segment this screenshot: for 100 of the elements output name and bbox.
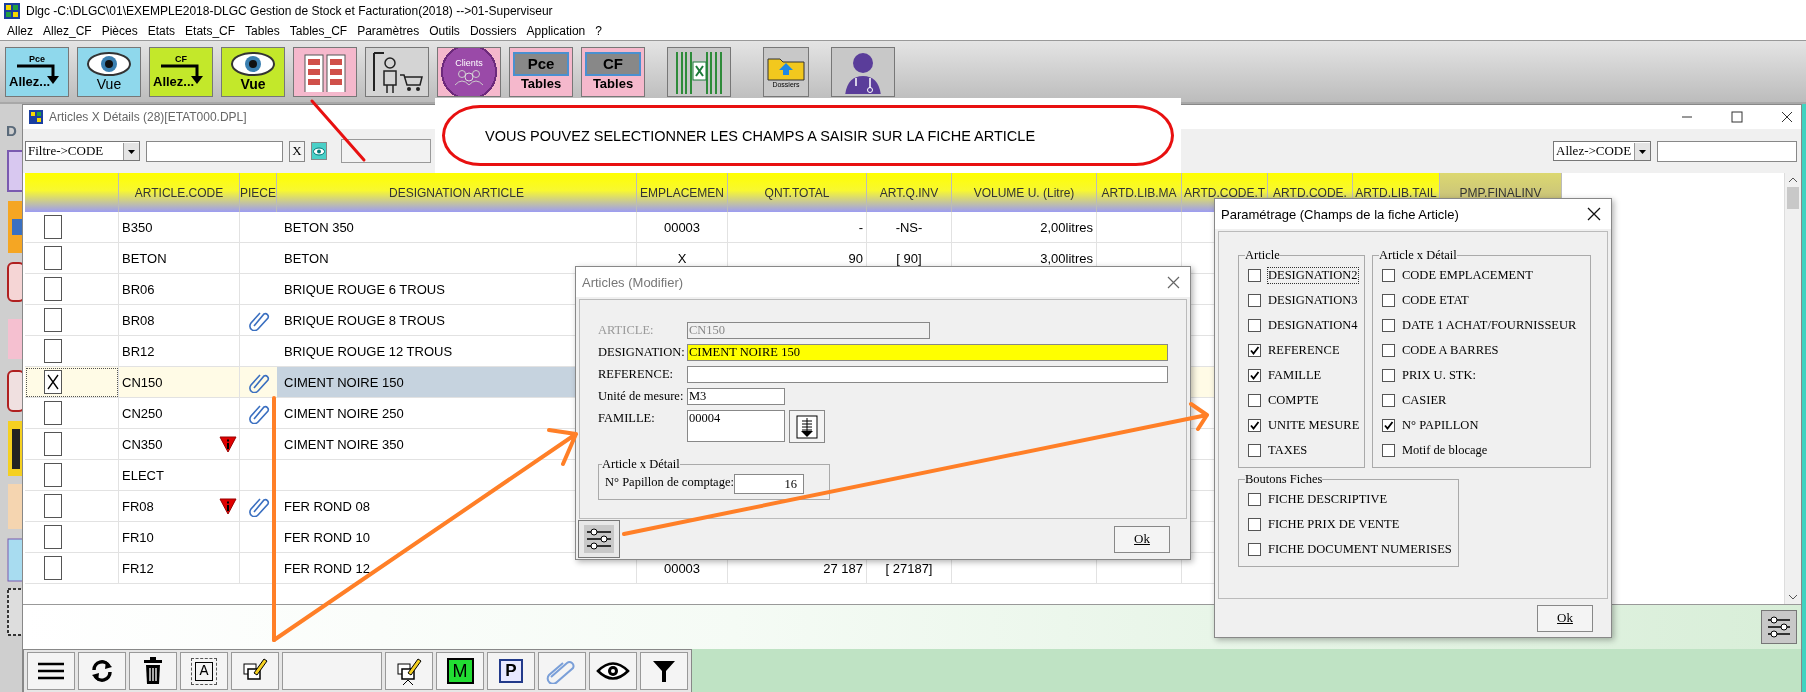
column-header[interactable]: EMPLACEMEN <box>637 173 728 212</box>
menu-item[interactable]: Etats <box>142 24 181 38</box>
label-button[interactable]: A <box>180 652 228 690</box>
refresh-button[interactable] <box>78 652 126 690</box>
excel-button[interactable] <box>667 46 731 97</box>
checkbox[interactable] <box>1382 369 1395 382</box>
input-field[interactable]: CIMENT NOIRE 150 <box>687 344 1168 361</box>
menu-item[interactable]: Allez_CF <box>38 24 97 38</box>
checkbox-label[interactable]: Motif de blocage <box>1401 442 1489 459</box>
checkbox-label[interactable]: DESIGNATION4 <box>1267 317 1359 334</box>
goto-field[interactable] <box>1657 140 1797 162</box>
checkbox-label[interactable]: PRIX U. STK: <box>1401 367 1477 384</box>
checkbox[interactable] <box>44 432 62 456</box>
maximize-icon[interactable] <box>1731 111 1743 123</box>
checkbox[interactable] <box>1248 369 1261 382</box>
checkbox-label[interactable]: FAMILLE <box>1267 367 1323 384</box>
cart-button[interactable] <box>365 46 429 97</box>
checkbox-label[interactable]: CODE A BARRES <box>1401 342 1500 359</box>
column-header[interactable]: VOLUME U. (Litre) <box>952 173 1097 212</box>
checkbox[interactable] <box>1248 493 1261 506</box>
menu-item[interactable]: Pièces <box>96 24 143 38</box>
checkbox-label[interactable]: COMPTE <box>1267 392 1320 409</box>
checkbox-label[interactable]: CODE EMPLACEMENT <box>1401 267 1534 284</box>
view-button[interactable]: Vue <box>77 46 141 97</box>
checkbox[interactable] <box>44 556 62 580</box>
checkbox[interactable] <box>1248 394 1261 407</box>
settings-button[interactable] <box>1761 610 1797 644</box>
checkbox[interactable] <box>1382 444 1395 457</box>
close-icon[interactable] <box>1781 111 1793 123</box>
blank-button[interactable] <box>341 139 431 163</box>
toolbar-button[interactable]: M <box>436 652 484 690</box>
goto-dropdown[interactable]: Allez->CODE <box>1553 141 1651 161</box>
checkbox[interactable] <box>1248 344 1261 357</box>
menu-item[interactable]: Application <box>521 24 591 38</box>
ok-button[interactable]: Ok <box>1537 604 1593 632</box>
checkbox-label[interactable]: FICHE DESCRIPTIVE <box>1267 491 1389 508</box>
settings-button[interactable] <box>578 520 620 558</box>
checkbox[interactable] <box>1248 294 1261 307</box>
checkbox[interactable] <box>1248 444 1261 457</box>
checkbox-label[interactable]: CODE ETAT <box>1401 292 1470 309</box>
checkbox[interactable] <box>44 339 62 363</box>
input-field[interactable] <box>687 366 1168 383</box>
column-header[interactable]: DESIGNATION ARTICLE <box>277 173 637 212</box>
column-header[interactable]: QNT.TOTAL <box>728 173 867 212</box>
checkbox[interactable] <box>44 463 62 487</box>
user-button[interactable] <box>831 46 895 97</box>
checkbox-label[interactable]: REFERENCE <box>1267 342 1341 359</box>
list-button[interactable] <box>789 410 825 443</box>
checkbox-label[interactable]: DESIGNATION2 <box>1267 267 1359 284</box>
checkbox[interactable] <box>1382 344 1395 357</box>
column-header[interactable]: PIECE <box>240 173 277 212</box>
tables-button[interactable]: Pce Tables <box>509 46 573 97</box>
goto-button[interactable]: Pce Allez... <box>5 46 69 97</box>
checkbox[interactable] <box>44 308 62 332</box>
checkbox-label[interactable]: N° PAPILLON <box>1401 417 1480 434</box>
menu-item[interactable]: Paramètres <box>352 24 425 38</box>
grid-button[interactable] <box>293 46 357 97</box>
checkbox-label[interactable]: CASIER <box>1401 392 1448 409</box>
checkbox-label[interactable]: DESIGNATION3 <box>1267 292 1359 309</box>
checkbox[interactable] <box>44 370 62 394</box>
edit-button[interactable] <box>231 652 279 690</box>
menu-item[interactable]: Tables <box>240 24 285 38</box>
checkbox[interactable] <box>44 277 62 301</box>
checkbox[interactable] <box>1382 294 1395 307</box>
close-icon[interactable] <box>1587 207 1601 221</box>
column-header[interactable]: ARTICLE.CODE <box>119 173 240 212</box>
checkbox-label[interactable]: FICHE DOCUMENT NUMERISES <box>1267 541 1453 558</box>
checkbox[interactable] <box>1248 543 1261 556</box>
scroll-thumb[interactable] <box>1787 187 1799 209</box>
caret-icon[interactable] <box>123 142 139 160</box>
checkbox[interactable] <box>44 494 62 518</box>
view-button[interactable] <box>589 652 637 690</box>
checkbox[interactable] <box>44 246 62 270</box>
column-header[interactable]: ART.Q.INV <box>867 173 952 212</box>
checkbox[interactable] <box>1382 269 1395 282</box>
clear-button[interactable]: X <box>289 140 305 162</box>
checkbox[interactable] <box>44 215 62 239</box>
checkbox[interactable] <box>1248 319 1261 332</box>
vertical-scrollbar[interactable] <box>1784 173 1801 604</box>
delete-button[interactable] <box>129 652 177 690</box>
toolbar-button[interactable]: P <box>487 652 535 690</box>
checkbox[interactable] <box>1248 269 1261 282</box>
checkbox[interactable] <box>1248 518 1261 531</box>
filter-field[interactable] <box>146 140 283 162</box>
input-field[interactable]: 00004 <box>687 410 785 442</box>
filter-button[interactable] <box>640 652 688 690</box>
filter-dropdown[interactable]: Filtre->CODE <box>25 141 140 161</box>
checkbox-label[interactable]: TAXES <box>1267 442 1309 459</box>
checkbox-label[interactable]: DATE 1 ACHAT/FOURNISSEUR <box>1401 317 1578 334</box>
checkbox[interactable] <box>1382 319 1395 332</box>
view-button[interactable]: Vue <box>221 46 285 97</box>
goto-button[interactable]: CF Allez... <box>149 46 213 97</box>
checkbox-label[interactable]: UNITE MESURE <box>1267 417 1361 434</box>
tables-button[interactable]: CF Tables <box>581 46 645 97</box>
menu-item[interactable]: ? <box>590 24 607 38</box>
edit-button[interactable] <box>385 652 433 690</box>
checkbox[interactable] <box>44 525 62 549</box>
caret-icon[interactable] <box>1634 142 1650 160</box>
checkbox[interactable] <box>44 401 62 425</box>
input-field[interactable]: M3 <box>687 388 785 405</box>
